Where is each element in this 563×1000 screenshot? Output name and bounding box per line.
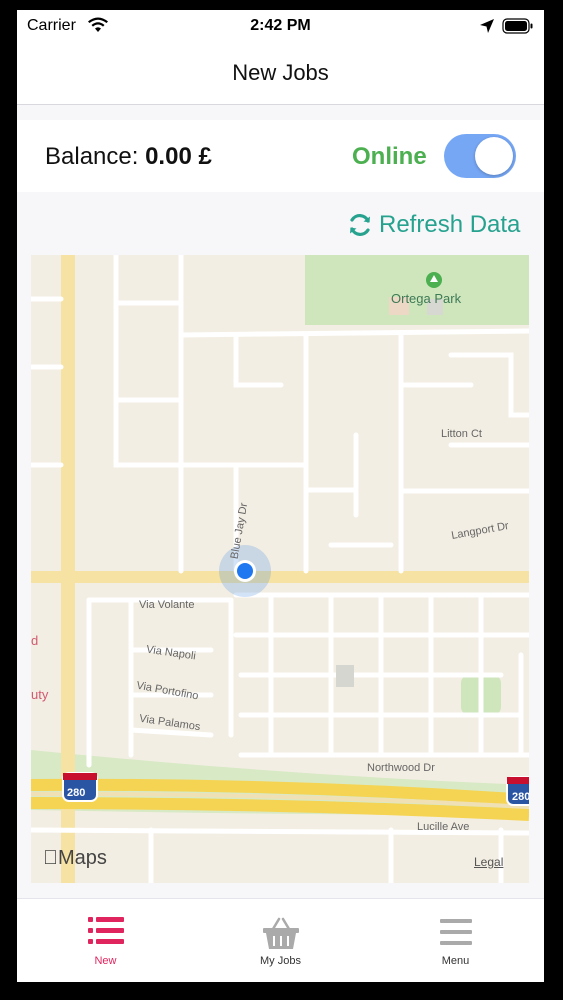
- tab-menu-label: Menu: [441, 955, 470, 967]
- location-arrow-icon: [479, 18, 495, 39]
- tab-my-jobs[interactable]: My Jobs: [193, 899, 368, 982]
- map-label-street: Litton Ct: [441, 428, 482, 440]
- map-label-street: Via Volante: [139, 599, 195, 611]
- map-label-edge: uty: [31, 687, 49, 702]
- refresh-data-button[interactable]: Refresh Data: [347, 208, 520, 242]
- toggle-knob: [475, 137, 513, 175]
- interstate-shield-label: 280: [512, 791, 529, 803]
- tab-my-jobs-label: My Jobs: [260, 955, 301, 967]
- map-label-street: Northwood Dr: [367, 762, 435, 774]
- refresh-label: Refresh Data: [379, 211, 521, 238]
- balance-caption: Balance:: [45, 143, 139, 170]
- map-label-street: Lucille Ave: [417, 821, 470, 833]
- phone-screen: Carrier 2:42 PM New Jobs Balance: 0.00 £…: [17, 10, 544, 982]
- battery-icon: [502, 18, 534, 39]
- basket-icon: [263, 917, 299, 949]
- legal-link[interactable]: Legal: [474, 855, 503, 869]
- tab-new-label: New: [94, 955, 117, 967]
- tab-bar: New My Jobs Menu: [17, 898, 544, 982]
- interstate-shield-label: 280: [67, 787, 86, 799]
- list-icon: [88, 917, 124, 944]
- maps-attribution-text: Maps: [43, 847, 107, 869]
- map-streets: [31, 255, 529, 883]
- balance-label: Balance: 0.00 £: [45, 143, 212, 171]
- tab-new[interactable]: New: [18, 899, 193, 982]
- nav-bar: New Jobs: [17, 44, 544, 105]
- map-label-park: Ortega Park: [391, 291, 462, 306]
- apple-maps-attribution: Maps: [43, 847, 107, 870]
- status-bar: Carrier 2:42 PM: [17, 10, 544, 44]
- map-view[interactable]: Ortega Park Litton Ct Langport Dr Blue J…: [31, 255, 529, 883]
- page-title: New Jobs: [232, 60, 329, 85]
- map-label-edge: d: [31, 633, 39, 648]
- status-time: 2:42 PM: [250, 17, 311, 34]
- online-toggle[interactable]: [444, 134, 516, 178]
- refresh-icon: [350, 214, 370, 236]
- online-label: Online: [352, 143, 427, 170]
- menu-icon: [440, 919, 472, 945]
- apple-logo-icon: : [43, 847, 58, 869]
- balance-value: 0.00 £: [145, 143, 212, 170]
- balance-row: Balance: 0.00 £ Online: [17, 120, 544, 192]
- tab-menu[interactable]: Menu: [368, 899, 543, 982]
